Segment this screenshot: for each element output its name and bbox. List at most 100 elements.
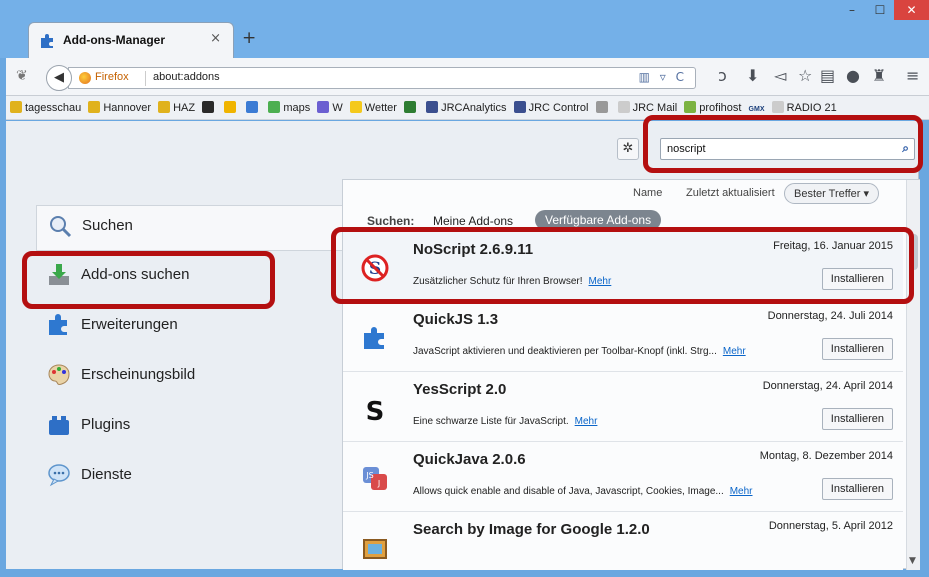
bookmark-10[interactable]: JRCAnalytics <box>426 101 507 114</box>
result-row-quickjava[interactable]: JS J QuickJava 2.0.6 Montag, 8. Dezember… <box>343 442 903 512</box>
category-label: Plugins <box>81 416 131 433</box>
more-link[interactable]: Mehr <box>730 486 753 497</box>
svg-text:J: J <box>377 479 380 488</box>
category-label: Erscheinungsbild <box>81 366 196 383</box>
install-button[interactable]: Installieren <box>821 478 893 500</box>
result-row-quickjs[interactable]: QuickJS 1.3 Donnerstag, 24. Juli 2014 Ja… <box>343 302 903 372</box>
bookmark-16[interactable]: RADIO 21 <box>771 101 837 114</box>
bookmark-icon <box>684 101 697 113</box>
bookmark-12[interactable] <box>595 101 611 114</box>
bookmark-icon <box>158 101 171 113</box>
filter-my-addons[interactable]: Meine Add-ons <box>433 214 513 228</box>
bookmark-0[interactable]: tagesschau <box>10 101 81 114</box>
menu-icon[interactable]: ≡ <box>906 66 919 85</box>
puzzle-icon <box>41 34 53 48</box>
chat-icon[interactable]: ● <box>846 66 860 85</box>
bookmark-3[interactable] <box>202 101 217 114</box>
bookmarks-menu-icon[interactable]: ▤ <box>820 66 835 85</box>
bookmark-7[interactable]: W <box>317 101 343 114</box>
bookmark-icon <box>595 101 608 113</box>
download-icon[interactable]: ⬇ <box>746 66 759 85</box>
bookmark-4[interactable] <box>224 101 239 114</box>
bookmark-label: maps <box>283 102 311 114</box>
result-row-search-by-image[interactable]: Search by Image for Google 1.2.0 Donners… <box>343 512 903 570</box>
bookmark-label: profihost <box>699 102 742 114</box>
category-extensions[interactable]: Erweiterungen <box>36 305 336 351</box>
tab-close-icon[interactable]: × <box>210 31 221 46</box>
addon-icon[interactable]: ♜ <box>872 66 886 85</box>
category-services[interactable]: Dienste <box>36 455 336 501</box>
bookmark-icon <box>404 101 417 113</box>
sort-by-updated[interactable]: Zuletzt aktualisiert <box>686 187 775 199</box>
bookmark-label: GMX <box>748 106 765 113</box>
bookmark-label: RADIO 21 <box>786 102 837 114</box>
navigation-toolbar: ❦ Firefox about:addons ▥ ▿ C ◀ ↄ ⬇ ◅ ☆ ▤… <box>6 58 929 96</box>
bookmark-15[interactable]: GMX <box>749 102 765 114</box>
category-plugins[interactable]: Plugins <box>36 405 336 451</box>
bookmark-label: Wetter <box>364 102 397 114</box>
maximize-button[interactable]: ☐ <box>866 0 894 20</box>
minimize-button[interactable]: – <box>838 0 866 20</box>
bookmark-icon <box>88 101 101 113</box>
bookmark-icon <box>268 101 281 113</box>
addon-date: Donnerstag, 24. April 2014 <box>762 380 893 392</box>
bookmark-icon <box>317 101 330 113</box>
install-button[interactable]: Installieren <box>821 338 893 360</box>
reader-reload-icons[interactable]: ▥ ▿ C <box>639 70 687 84</box>
share-icon[interactable]: ◅ <box>774 66 786 85</box>
gear-icon[interactable]: ✲ <box>617 138 639 160</box>
addon-name[interactable]: QuickJS 1.3 <box>413 311 498 328</box>
bookmark-1[interactable]: Hannover <box>88 101 151 114</box>
bookmark-icon <box>10 101 22 113</box>
addon-name[interactable]: Search by Image for Google 1.2.0 <box>413 521 650 538</box>
scroll-down-icon[interactable]: ▼ <box>909 556 916 566</box>
more-link[interactable]: Mehr <box>723 346 746 357</box>
new-tab-button[interactable]: + <box>242 28 256 48</box>
url-text[interactable]: about:addons <box>153 71 220 83</box>
result-row-yesscript[interactable]: S YesScript 2.0 Donnerstag, 24. April 20… <box>343 372 903 442</box>
svg-text:S: S <box>366 397 385 422</box>
addon-description-text: Allows quick enable and disable of Java,… <box>413 486 724 497</box>
sort-by-best-match[interactable]: Bester Treffer ▾ <box>784 183 880 204</box>
sort-bar: Name Zuletzt aktualisiert Bester Treffer… <box>343 180 921 208</box>
palette-icon <box>48 364 70 385</box>
bookmark-label: JRC Mail <box>632 102 678 114</box>
back-button[interactable]: ◀ <box>46 65 72 91</box>
bookmark-8[interactable]: Wetter <box>349 101 397 114</box>
addon-name[interactable]: QuickJava 2.0.6 <box>413 451 526 468</box>
bookmark-11[interactable]: JRC Control <box>513 101 588 114</box>
bookmark-9[interactable] <box>404 101 419 114</box>
rss-icon[interactable]: ↄ <box>718 66 727 85</box>
bookmark-star-icon[interactable]: ☆ <box>798 66 812 85</box>
bookmark-14[interactable]: profihost <box>684 101 741 114</box>
bookmark-label: W <box>332 102 343 114</box>
category-label: Dienste <box>81 466 132 483</box>
bookmark-icon <box>771 101 784 113</box>
bookmark-5[interactable] <box>246 101 261 114</box>
tab-addons-manager[interactable]: Add-ons-Manager × <box>28 22 234 58</box>
back-arrow-icon: ◀ <box>54 70 64 85</box>
category-appearance[interactable]: Erscheinungsbild <box>36 355 336 401</box>
more-link[interactable]: Mehr <box>575 416 598 427</box>
puzzle-icon <box>364 327 384 349</box>
bookmark-13[interactable]: JRC Mail <box>617 101 678 114</box>
bookmark-6[interactable]: maps <box>268 101 310 114</box>
addon-description: JavaScript aktivieren und deaktivieren p… <box>413 346 746 357</box>
ghost-icon[interactable]: ❦ <box>16 68 28 84</box>
plugin-brick-icon <box>49 416 69 435</box>
identity-label: Firefox <box>95 71 129 83</box>
window-close-button[interactable]: ✕ <box>894 0 929 20</box>
sort-by-name[interactable]: Name <box>633 187 662 199</box>
install-button[interactable]: Installieren <box>821 408 893 430</box>
bookmark-2[interactable]: HAZ <box>158 101 195 114</box>
bookmark-icon <box>617 101 630 113</box>
url-bar[interactable]: Firefox about:addons ▥ ▿ C <box>68 67 696 89</box>
title-bar: Add-ons-Manager × + – ☐ ✕ <box>0 0 929 58</box>
highlight-search-box <box>643 115 923 173</box>
tab-title: Add-ons-Manager <box>63 33 165 47</box>
yesscript-icon: S <box>366 397 385 422</box>
quickjava-icon: JS J <box>363 467 387 490</box>
category-search[interactable]: Suchen <box>36 205 348 251</box>
addon-name[interactable]: YesScript 2.0 <box>413 381 506 398</box>
category-label: Erweiterungen <box>81 316 178 333</box>
